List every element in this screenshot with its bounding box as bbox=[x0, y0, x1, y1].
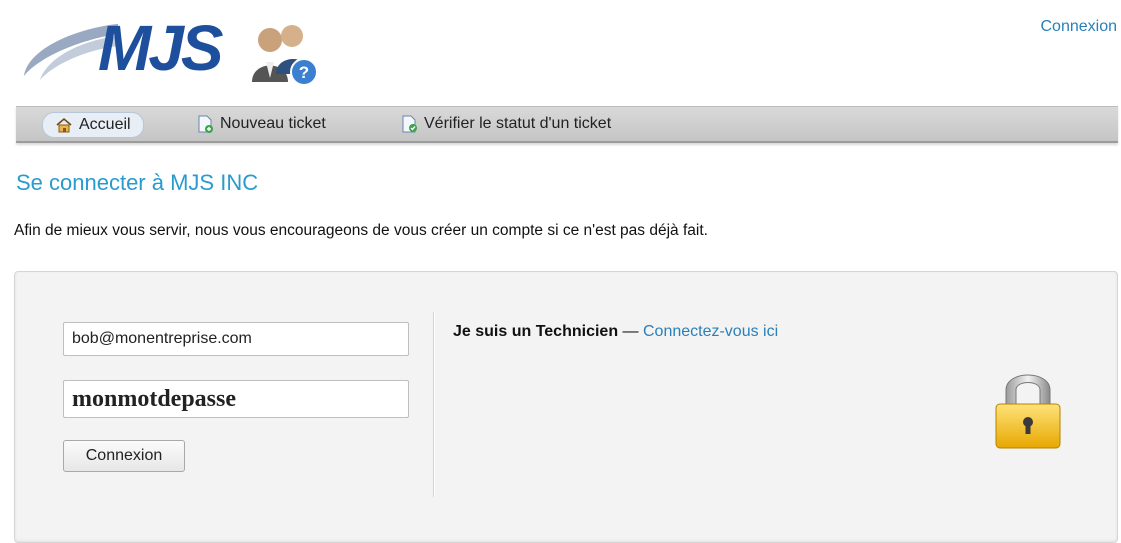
nav-item-label: Vérifier le statut d'un ticket bbox=[424, 115, 612, 132]
logo-text: MJS bbox=[98, 12, 224, 84]
technician-login-link[interactable]: Connectez-vous ici bbox=[643, 323, 778, 340]
login-panel: Connexion Je suis un Technicien — Connec… bbox=[14, 271, 1118, 543]
login-button[interactable]: Connexion bbox=[63, 440, 185, 472]
nav-item-new-ticket[interactable]: Nouveau ticket bbox=[184, 112, 338, 136]
panel-divider bbox=[433, 312, 434, 497]
page-title: Se connecter à MJS INC bbox=[16, 170, 259, 195]
password-field[interactable] bbox=[63, 380, 409, 418]
home-icon bbox=[56, 117, 72, 133]
nav-item-label: Accueil bbox=[79, 116, 131, 133]
check-status-icon bbox=[402, 115, 417, 133]
header-login-link[interactable]: Connexion bbox=[1041, 18, 1118, 36]
nav-item-home[interactable]: Accueil bbox=[42, 112, 144, 138]
svg-text:?: ? bbox=[299, 63, 309, 82]
users-help-icon: ? bbox=[252, 25, 318, 86]
new-ticket-icon bbox=[198, 115, 213, 133]
nav-item-check-status[interactable]: Vérifier le statut d'un ticket bbox=[388, 112, 623, 136]
technician-separator: — bbox=[618, 323, 643, 340]
technician-label: Je suis un Technicien bbox=[453, 323, 619, 340]
lock-icon bbox=[995, 374, 1061, 449]
main-nav: Accueil Nouveau ticket Vérifier le statu… bbox=[16, 106, 1118, 143]
email-field[interactable] bbox=[63, 322, 409, 356]
mjs-logo: MJS bbox=[18, 8, 224, 88]
nav-item-label: Nouveau ticket bbox=[220, 115, 326, 132]
intro-text: Afin de mieux vous servir, nous vous enc… bbox=[14, 222, 708, 239]
technician-login-line: Je suis un Technicien — Connectez-vous i… bbox=[453, 323, 778, 341]
